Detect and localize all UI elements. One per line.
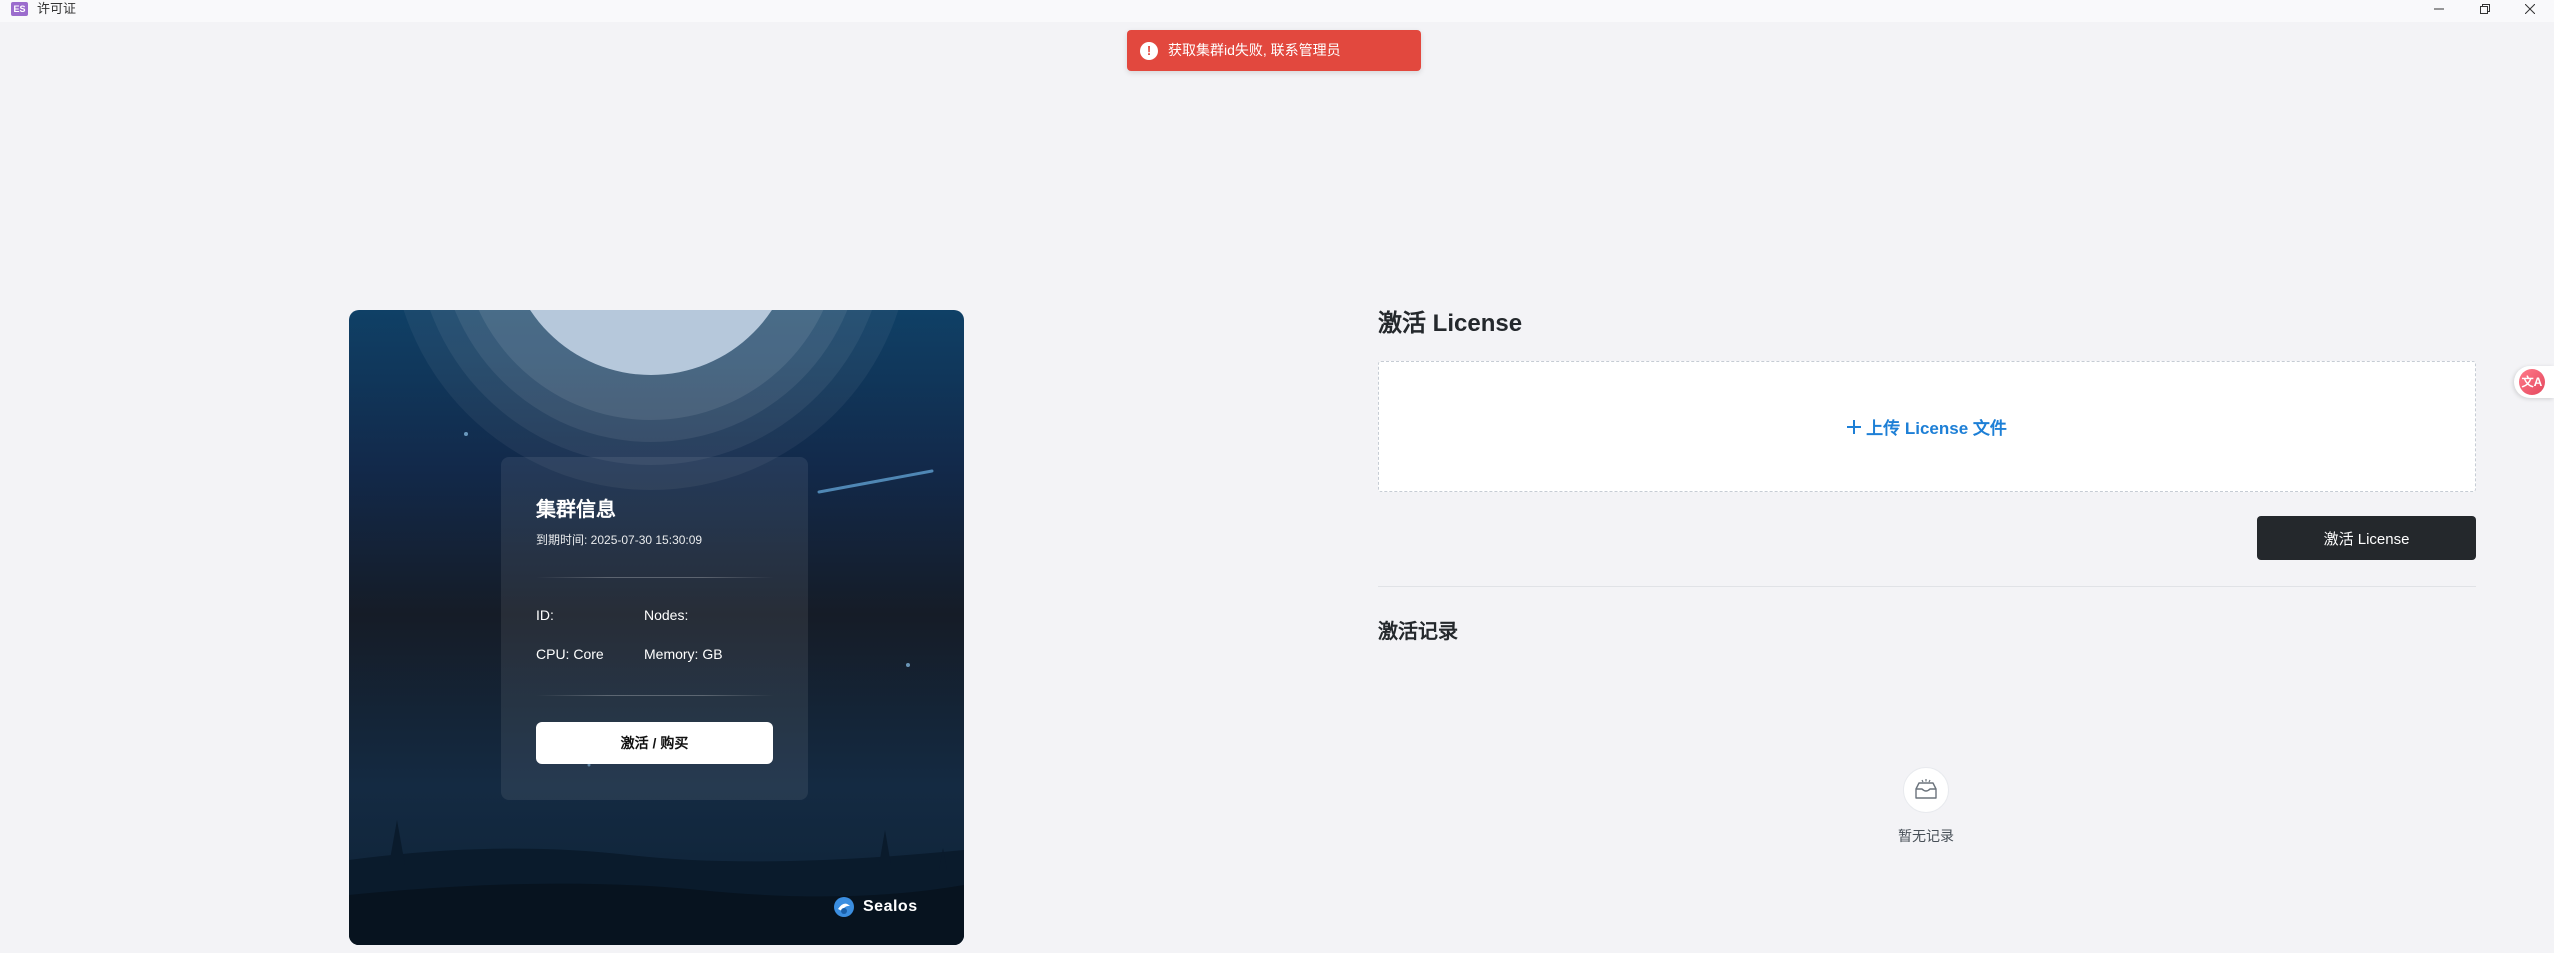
title-bar: ES 许可证 xyxy=(0,0,2554,22)
error-toast: ! 获取集群id失败, 联系管理员 xyxy=(1127,30,1421,71)
translate-widget[interactable]: 文A xyxy=(2514,366,2554,398)
restore-button[interactable] xyxy=(2462,0,2508,18)
info-divider xyxy=(536,577,774,578)
close-icon xyxy=(2525,4,2535,14)
restore-icon xyxy=(2480,4,2490,14)
activation-records-heading: 激活记录 xyxy=(1378,621,1458,643)
empty-box-icon xyxy=(1915,779,1937,799)
cluster-card: 集群信息 到期时间: 2025-07-30 15:30:09 ID: Nodes… xyxy=(349,310,964,945)
toast-message: 获取集群id失败, 联系管理员 xyxy=(1168,42,1341,58)
upload-label: 上传 License 文件 xyxy=(1866,419,2007,438)
info-divider xyxy=(536,695,774,696)
expiry-time: 到期时间: 2025-07-30 15:30:09 xyxy=(536,533,703,547)
activate-license-heading: 激活 License xyxy=(1378,310,1523,337)
nodes-field: Nodes: xyxy=(644,607,689,623)
activate-purchase-button[interactable]: 激活 / 购买 xyxy=(536,722,773,764)
minimize-icon xyxy=(2434,8,2444,10)
cpu-field: CPU: Core xyxy=(536,646,604,662)
app-icon: ES xyxy=(11,2,28,16)
exclamation-icon: ! xyxy=(1140,42,1158,60)
brand-name: Sealos xyxy=(863,898,918,915)
window-title: 许可证 xyxy=(37,1,77,16)
empty-records-text: 暂无记录 xyxy=(1898,828,1954,844)
cluster-info-title: 集群信息 xyxy=(536,499,616,521)
cluster-info-panel: 集群信息 到期时间: 2025-07-30 15:30:09 ID: Nodes… xyxy=(501,457,808,800)
plus-icon xyxy=(1847,419,1862,434)
sealos-brand: Sealos xyxy=(833,896,918,918)
license-upload-area[interactable]: 上传 License 文件 xyxy=(1378,361,2476,492)
memory-field: Memory: GB xyxy=(644,646,723,662)
translate-icon: 文A xyxy=(2519,369,2545,395)
empty-state-icon xyxy=(1903,767,1949,813)
close-button[interactable] xyxy=(2507,0,2553,18)
activate-license-button[interactable]: 激活 License xyxy=(2257,516,2476,560)
sealos-logo-icon xyxy=(834,897,854,917)
section-divider xyxy=(1378,586,2476,587)
minimize-button[interactable] xyxy=(2416,0,2462,18)
cluster-id-field: ID: xyxy=(536,607,554,623)
